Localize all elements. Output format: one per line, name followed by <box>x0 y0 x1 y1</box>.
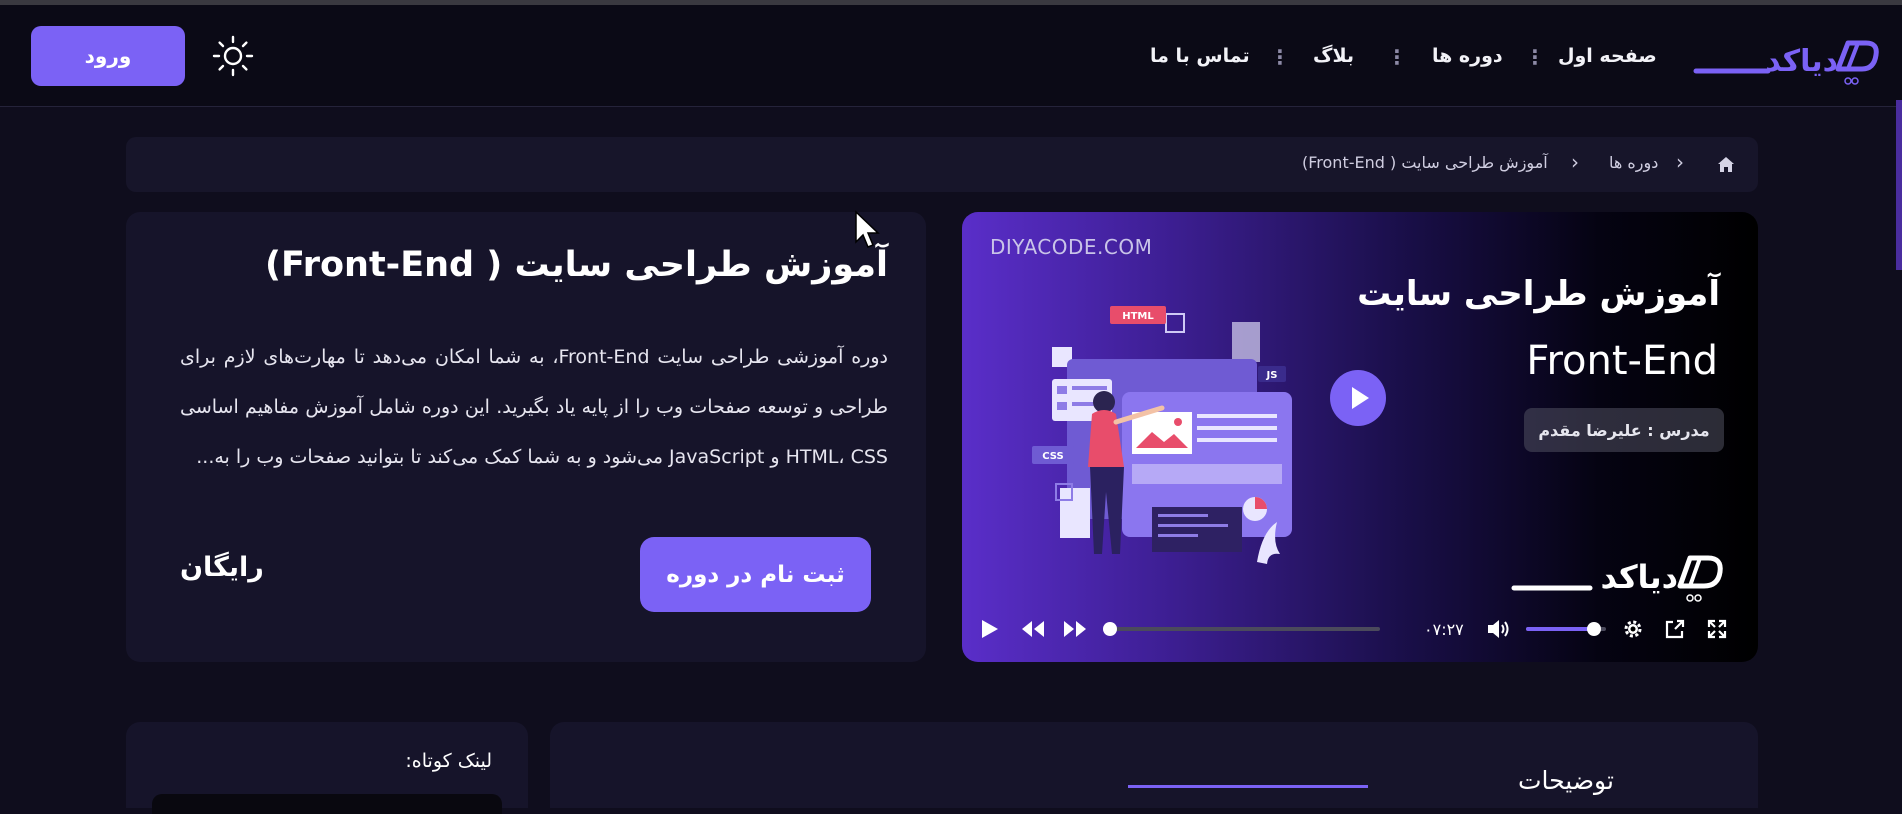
site-header: ورود تماس با ما ⋮ بلاگ ⋮ دوره ها ⋮ صفحه … <box>0 5 1902 107</box>
breadcrumb-current: آموزش طراحی سایت ( Front-End) <box>1302 153 1548 172</box>
mouse-cursor-icon <box>855 210 880 248</box>
web-design-illustration: HTML JS CSS <box>1032 306 1292 564</box>
page-scrollbar[interactable] <box>1896 100 1902 270</box>
home-icon[interactable] <box>1716 155 1736 173</box>
video-progress-thumb[interactable] <box>1103 622 1117 636</box>
svg-text:JS: JS <box>1266 370 1278 381</box>
video-subtitle: Front-End <box>1526 338 1718 384</box>
volume-icon[interactable] <box>1486 618 1510 640</box>
video-logo: دیاکد <box>1511 555 1723 602</box>
sun-icon[interactable] <box>212 35 254 77</box>
tab-underline <box>1128 785 1368 788</box>
fullscreen-icon[interactable] <box>1706 618 1728 640</box>
nav-courses[interactable]: دوره ها <box>1432 45 1503 67</box>
nav-contact[interactable]: تماس با ما <box>1150 45 1250 67</box>
video-controls: ۰۷:۲۷ <box>962 604 1758 654</box>
play-icon[interactable] <box>1330 370 1386 426</box>
course-title: آموزش طراحی سایت ( Front-End) <box>265 245 888 285</box>
video-title: آموزش طراحی سایت <box>1357 274 1720 314</box>
video-teacher-badge: مدرس : علیرضا مقدم <box>1524 408 1724 452</box>
chevron-left-icon: ‹ <box>1571 150 1579 174</box>
video-progress-track[interactable] <box>1110 627 1380 631</box>
nav-separator: ⋮ <box>1387 45 1407 69</box>
site-logo[interactable]: دیاکد <box>1688 29 1880 91</box>
course-description: دوره آموزشی طراحی سایت Front-End، به شما… <box>180 346 888 468</box>
volume-level <box>1526 627 1594 631</box>
login-button[interactable]: ورود <box>31 26 185 86</box>
svg-text:CSS: CSS <box>1042 451 1063 462</box>
register-button[interactable]: ثبت نام در دوره <box>640 537 871 612</box>
video-time: ۰۷:۲۷ <box>1424 620 1464 639</box>
tab-description[interactable]: توضیحات <box>1518 766 1614 795</box>
short-link-label: لینک کوتاه: <box>405 750 492 772</box>
nav-separator: ⋮ <box>1525 45 1545 69</box>
breadcrumb-courses[interactable]: دوره ها <box>1609 153 1658 172</box>
svg-text:دیاکد: دیاکد <box>1600 558 1678 596</box>
chevron-left-icon: ‹ <box>1676 150 1684 174</box>
short-link-field[interactable] <box>152 794 502 814</box>
video-watermark: DIYACODE.COM <box>990 235 1153 259</box>
nav-home[interactable]: صفحه اول <box>1558 45 1657 67</box>
nav-separator: ⋮ <box>1270 45 1290 69</box>
fast-forward-icon[interactable] <box>1062 619 1088 639</box>
nav-blog[interactable]: بلاگ <box>1313 45 1354 67</box>
short-link-card: لینک کوتاه: <box>126 722 528 814</box>
svg-text:دیاکد: دیاکد <box>1765 44 1838 79</box>
rewind-icon[interactable] <box>1020 619 1046 639</box>
external-link-icon[interactable] <box>1664 618 1686 640</box>
video-player[interactable]: DIYACODE.COM آموزش طراحی سایت Front-End … <box>962 212 1758 662</box>
volume-thumb[interactable] <box>1587 622 1601 636</box>
course-price: رایگان <box>180 552 264 583</box>
play-icon[interactable] <box>978 618 1000 640</box>
settings-icon[interactable] <box>1622 618 1644 640</box>
svg-text:HTML: HTML <box>1122 311 1154 322</box>
course-tabs-card: توضیحات <box>550 722 1758 808</box>
